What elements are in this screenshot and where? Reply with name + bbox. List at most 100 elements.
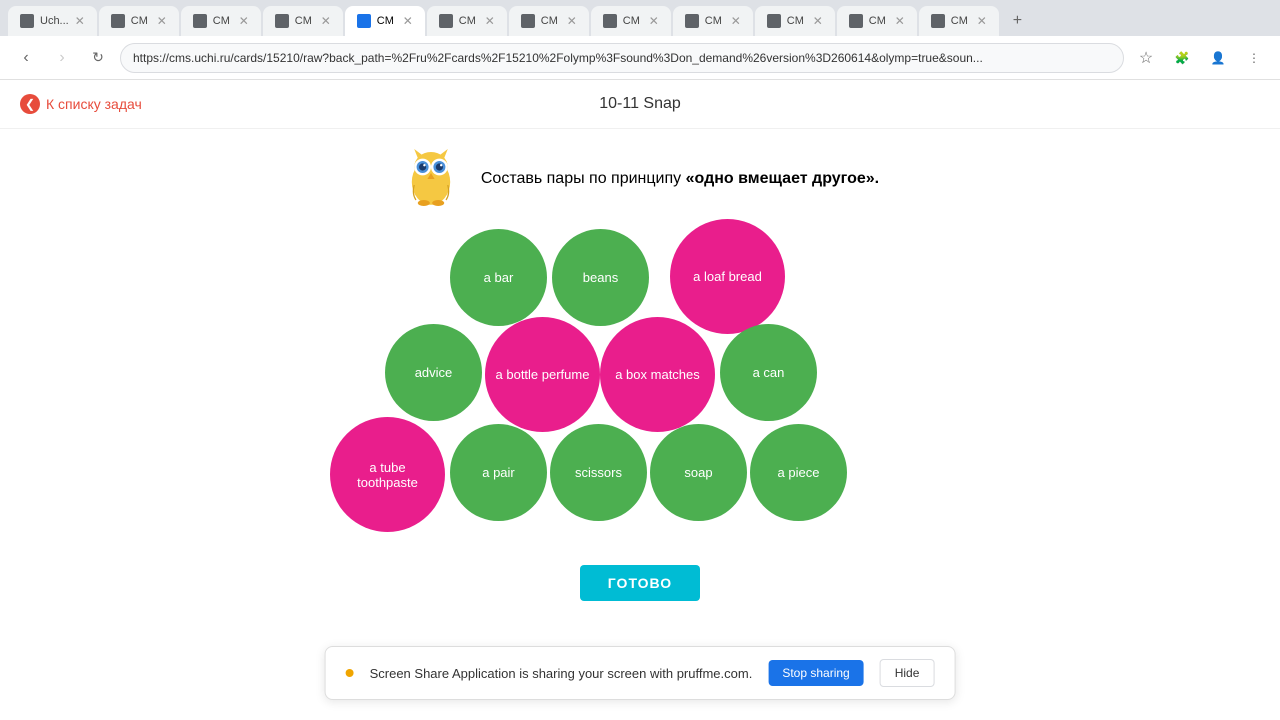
circle-label: a piece: [778, 465, 820, 480]
tab-label: CM: [295, 15, 312, 27]
instruction-text: Составь пары по принципу: [481, 170, 686, 187]
tab-cm-active[interactable]: CM ✕: [345, 6, 425, 36]
circle-advice[interactable]: advice: [385, 324, 482, 421]
tab-label: CM: [951, 15, 968, 27]
circle-label: a loaf bread: [685, 261, 770, 292]
tab-cm8[interactable]: CM ✕: [673, 6, 753, 36]
tab-close-icon[interactable]: ✕: [813, 14, 823, 28]
tab-close-icon[interactable]: ✕: [403, 14, 413, 28]
profile-button[interactable]: 👤: [1204, 44, 1232, 72]
circle-a-can[interactable]: a can: [720, 324, 817, 421]
tab-cm7[interactable]: CM ✕: [591, 6, 671, 36]
screen-share-indicator: [346, 669, 354, 677]
circle-a-bar[interactable]: a bar: [450, 229, 547, 326]
tab-new[interactable]: +: [1001, 6, 1031, 36]
page-content: ❮ К списку задач 10-11 Snap: [0, 80, 1280, 621]
circle-label: a box matches: [607, 359, 708, 390]
stop-sharing-button[interactable]: Stop sharing: [768, 660, 863, 686]
tab-label: CM: [869, 15, 886, 27]
owl-instruction: Составь пары по принципу «одно вмещает д…: [40, 149, 1240, 209]
tab-favicon: [111, 14, 125, 28]
menu-button[interactable]: ⋮: [1240, 44, 1268, 72]
activity-area: Составь пары по принципу «одно вмещает д…: [0, 129, 1280, 621]
back-to-tasks-button[interactable]: ❮ К списку задач: [20, 94, 142, 114]
circle-label: a bar: [484, 270, 514, 285]
circle-label: soap: [684, 465, 712, 480]
owl-avatar: [401, 149, 461, 209]
circle-label: advice: [415, 365, 453, 380]
tab-close-icon[interactable]: ✕: [567, 14, 577, 28]
hide-button[interactable]: Hide: [880, 659, 935, 687]
tab-cm1[interactable]: CM ✕: [99, 6, 179, 36]
tab-favicon: [20, 14, 34, 28]
tab-close-icon[interactable]: ✕: [75, 14, 85, 28]
circle-scissors[interactable]: scissors: [550, 424, 647, 521]
tabs-bar: Uch... ✕ CM ✕ CM ✕ CM ✕ CM ✕ CM ✕ CM ✕ C…: [0, 0, 1280, 36]
ready-button[interactable]: ГОТОВО: [580, 565, 700, 601]
circle-label: beans: [583, 270, 618, 285]
tab-cm10[interactable]: CM ✕: [837, 6, 917, 36]
circle-box-matches[interactable]: a box matches: [600, 317, 715, 432]
tab-favicon: [521, 14, 535, 28]
page-title: 10-11 Snap: [599, 95, 681, 113]
tab-close-icon[interactable]: ✕: [321, 14, 331, 28]
tab-cm6[interactable]: CM ✕: [509, 6, 589, 36]
bookmark-button[interactable]: ☆: [1132, 44, 1160, 72]
circle-soap[interactable]: soap: [650, 424, 747, 521]
tab-uchi[interactable]: Uch... ✕: [8, 6, 97, 36]
tab-favicon: [685, 14, 699, 28]
reload-button[interactable]: ↻: [84, 44, 112, 72]
circle-tube-toothpaste[interactable]: a tube toothpaste: [330, 417, 445, 532]
circle-a-loaf-bread[interactable]: a loaf bread: [670, 219, 785, 334]
extensions-button[interactable]: 🧩: [1168, 44, 1196, 72]
nav-bar: ‹ › ↻ https://cms.uchi.ru/cards/15210/ra…: [0, 36, 1280, 80]
tab-favicon: [439, 14, 453, 28]
tab-label: CM: [459, 15, 476, 27]
tab-close-icon[interactable]: ✕: [485, 14, 495, 28]
back-label: К списку задач: [46, 96, 142, 112]
tab-label: CM: [131, 15, 148, 27]
tab-label: CM: [541, 15, 558, 27]
circle-label: a tube toothpaste: [330, 452, 445, 498]
tab-cm5[interactable]: CM ✕: [427, 6, 507, 36]
forward-button[interactable]: ›: [48, 44, 76, 72]
tab-favicon: [603, 14, 617, 28]
circle-label: a pair: [482, 465, 515, 480]
tab-favicon: [193, 14, 207, 28]
tab-cm9[interactable]: CM ✕: [755, 6, 835, 36]
screen-share-message: Screen Share Application is sharing your…: [370, 666, 753, 681]
tab-close-icon[interactable]: ✕: [731, 14, 741, 28]
circle-bottle-perfume[interactable]: a bottle perfume: [485, 317, 600, 432]
circle-label: a can: [753, 365, 785, 380]
tab-close-icon[interactable]: ✕: [895, 14, 905, 28]
back-arrow-icon: ❮: [20, 94, 40, 114]
new-tab-icon[interactable]: +: [1013, 12, 1022, 30]
circle-label: scissors: [575, 465, 622, 480]
tab-label: CM: [705, 15, 722, 27]
tab-favicon: [357, 14, 371, 28]
circle-a-piece[interactable]: a piece: [750, 424, 847, 521]
tab-cm11[interactable]: CM ✕: [919, 6, 999, 36]
tab-cm2[interactable]: CM ✕: [181, 6, 261, 36]
tab-close-icon[interactable]: ✕: [157, 14, 167, 28]
tab-close-icon[interactable]: ✕: [239, 14, 249, 28]
tab-label: Uch...: [40, 15, 69, 27]
circle-beans[interactable]: beans: [552, 229, 649, 326]
tab-favicon: [767, 14, 781, 28]
page-header: ❮ К списку задач 10-11 Snap: [0, 80, 1280, 129]
address-text: https://cms.uchi.ru/cards/15210/raw?back…: [133, 51, 983, 65]
tab-cm3[interactable]: CM ✕: [263, 6, 343, 36]
tab-close-icon[interactable]: ✕: [977, 14, 987, 28]
tab-close-icon[interactable]: ✕: [649, 14, 659, 28]
back-button[interactable]: ‹: [12, 44, 40, 72]
tab-label: CM: [787, 15, 804, 27]
address-bar[interactable]: https://cms.uchi.ru/cards/15210/raw?back…: [120, 43, 1124, 73]
circle-a-pair[interactable]: a pair: [450, 424, 547, 521]
screen-share-bar: Screen Share Application is sharing your…: [325, 646, 956, 700]
tab-favicon: [275, 14, 289, 28]
tab-label: CM: [623, 15, 640, 27]
tab-favicon: [849, 14, 863, 28]
instruction-container: Составь пары по принципу «одно вмещает д…: [481, 170, 879, 188]
tab-label: CM: [377, 15, 394, 27]
instruction-bold: «одно вмещает другое».: [686, 170, 880, 187]
